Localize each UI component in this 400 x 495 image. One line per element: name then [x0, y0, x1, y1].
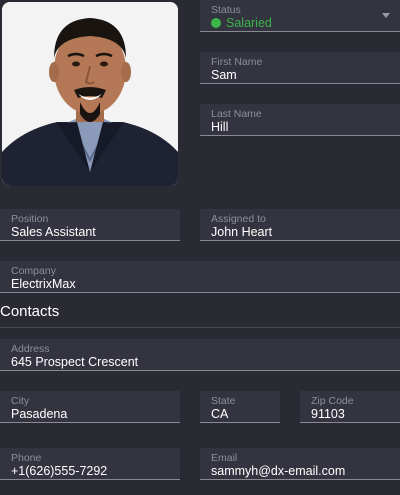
position-value: Sales Assistant — [11, 225, 96, 239]
last-name-label: Last Name — [211, 108, 262, 120]
status-value: Salaried — [211, 16, 389, 31]
position-field[interactable]: Position Sales Assistant — [0, 209, 180, 241]
company-label: Company — [11, 265, 56, 277]
address-label: Address — [11, 343, 50, 355]
status-select[interactable]: Status Salaried — [200, 0, 400, 32]
state-value: CA — [211, 407, 229, 421]
contacts-divider — [0, 327, 400, 328]
assigned-to-value: John Heart — [211, 225, 273, 239]
email-field[interactable]: Email sammyh@dx-email.com — [200, 448, 400, 480]
city-label: City — [11, 395, 30, 407]
phone-field[interactable]: Phone +1(626)555-7292 — [0, 448, 180, 480]
zip-code-field[interactable]: Zip Code 91103 — [300, 391, 400, 423]
address-value: 645 Prospect Crescent — [11, 355, 139, 369]
first-name-field[interactable]: First Name Sam — [200, 52, 400, 84]
city-value: Pasadena — [11, 407, 68, 421]
assigned-to-label: Assigned to — [211, 213, 266, 225]
status-text: Salaried — [226, 16, 272, 30]
state-label: State — [211, 395, 236, 407]
status-dot-icon — [211, 18, 221, 28]
assigned-to-field[interactable]: Assigned to John Heart — [200, 209, 400, 241]
email-label: Email — [211, 452, 238, 464]
chevron-down-icon[interactable] — [382, 13, 390, 18]
company-field[interactable]: Company ElectrixMax — [0, 261, 400, 293]
status-label: Status — [211, 4, 241, 16]
state-field[interactable]: State CA — [200, 391, 280, 423]
last-name-field[interactable]: Last Name Hill — [200, 104, 400, 136]
contacts-heading: Contacts — [0, 303, 60, 320]
employee-photo-image — [2, 2, 178, 186]
company-value: ElectrixMax — [11, 277, 76, 291]
phone-value: +1(626)555-7292 — [11, 464, 108, 478]
address-field[interactable]: Address 645 Prospect Crescent — [0, 339, 400, 371]
last-name-value: Hill — [211, 120, 229, 134]
position-label: Position — [11, 213, 49, 225]
city-field[interactable]: City Pasadena — [0, 391, 180, 423]
employee-photo — [2, 2, 178, 186]
email-value: sammyh@dx-email.com — [211, 464, 346, 478]
first-name-value: Sam — [211, 68, 237, 82]
first-name-label: First Name — [211, 56, 263, 68]
zip-code-label: Zip Code — [311, 395, 354, 407]
zip-code-value: 91103 — [311, 407, 345, 421]
phone-label: Phone — [11, 452, 42, 464]
